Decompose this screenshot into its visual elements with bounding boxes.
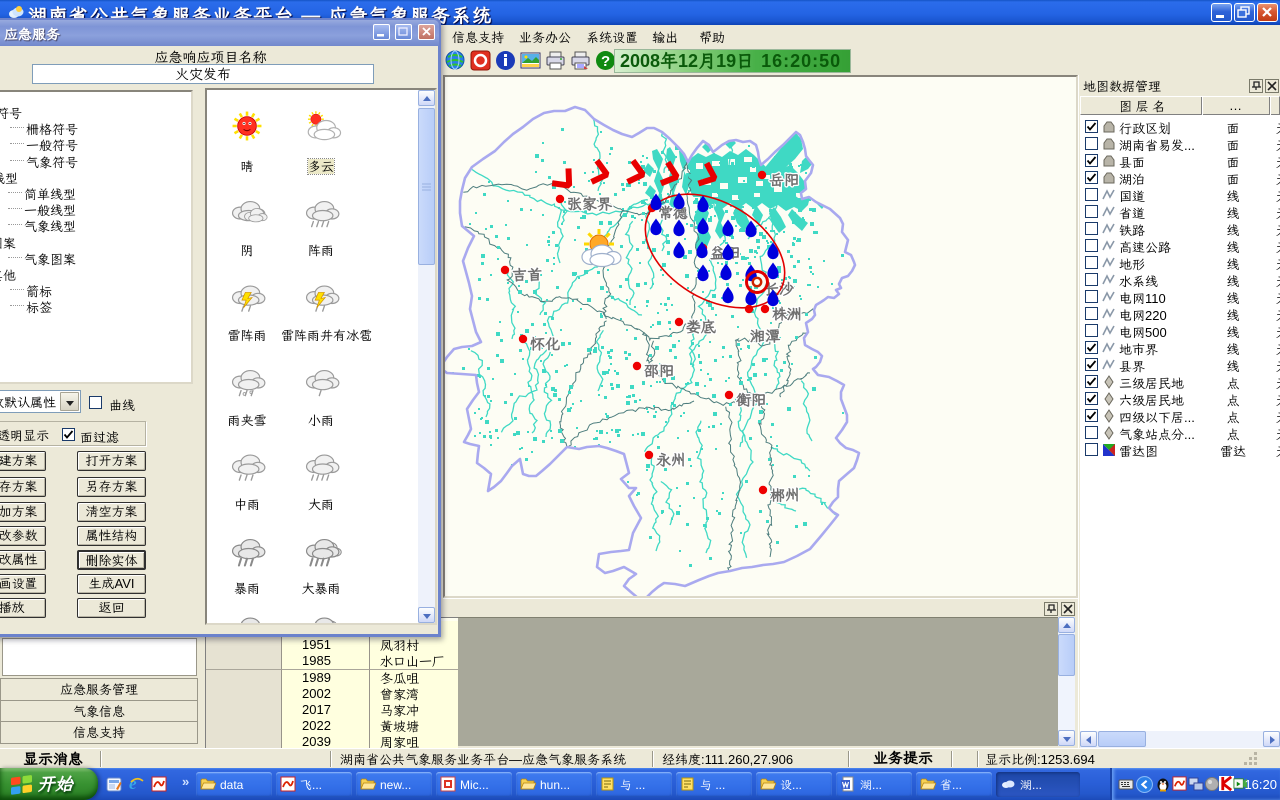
svg-text:永州: 永州 xyxy=(656,452,686,469)
svg-text:e: e xyxy=(129,774,137,793)
svg-text:衡阳: 衡阳 xyxy=(735,392,766,409)
svg-text:邵阳: 邵阳 xyxy=(644,363,674,380)
svg-text:岳阳: 岳阳 xyxy=(769,172,799,189)
svg-text:张家界: 张家界 xyxy=(567,196,613,213)
svg-text:常德: 常德 xyxy=(658,205,688,222)
svg-text:株洲: 株洲 xyxy=(772,306,802,323)
svg-text:郴州: 郴州 xyxy=(770,487,800,504)
svg-text:?: ? xyxy=(601,53,610,70)
svg-text:娄底: 娄底 xyxy=(686,319,716,336)
svg-text:湘潭: 湘潭 xyxy=(750,328,781,345)
svg-text:怀化: 怀化 xyxy=(530,336,560,353)
svg-text:吉首: 吉首 xyxy=(512,267,542,284)
